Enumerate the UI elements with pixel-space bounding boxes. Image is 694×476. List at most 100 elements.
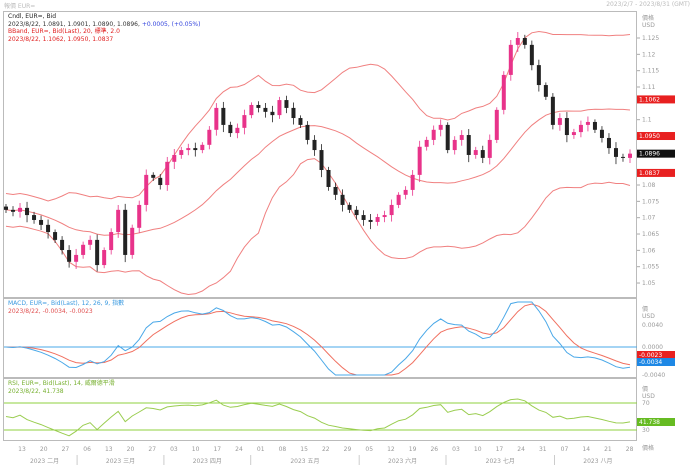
candle-body <box>452 139 457 151</box>
candle-body <box>354 209 359 216</box>
month-label: 2023 六月 <box>388 457 417 465</box>
date-tick-label: 27 <box>148 446 156 453</box>
date-tick-label: 26 <box>430 446 438 453</box>
candle-body <box>158 177 163 186</box>
candle-body <box>305 124 310 140</box>
candle-body <box>74 254 79 262</box>
candle-body <box>214 107 219 130</box>
date-tick-label: 10 <box>192 446 200 453</box>
price-tick-label: 1.07 <box>642 215 656 222</box>
date-tick-label: 08 <box>279 446 287 453</box>
candle-body <box>151 174 156 178</box>
candle-body <box>242 115 247 128</box>
date-tick-label: 20 <box>40 446 48 453</box>
candle-body <box>431 129 436 140</box>
macd-tick-label: -0.0040 <box>642 372 665 379</box>
candle-body <box>487 139 492 158</box>
candle-body <box>410 174 415 190</box>
upper-band-tag: 1.1062 <box>639 96 660 103</box>
candle-body <box>228 124 233 134</box>
price-tick-label: 1.115 <box>642 68 659 75</box>
candle-body <box>557 118 562 125</box>
candle-body <box>403 189 408 195</box>
candle-body <box>396 194 401 205</box>
date-tick-label: 03 <box>452 446 460 453</box>
candle-body <box>46 224 51 233</box>
price-tick-label: 1.125 <box>642 35 659 42</box>
price-tick-label: 1.12 <box>642 51 656 58</box>
axis-corner-label: 價格 <box>642 444 654 452</box>
date-tick-label: 01 <box>257 446 265 453</box>
date-tick-label: 15 <box>300 446 308 453</box>
month-label: 2023 八月 <box>583 458 612 465</box>
candle-body <box>277 100 282 116</box>
axis-header-price: 價格 <box>642 14 654 22</box>
candle-body <box>501 74 506 110</box>
rsi-value-tag: 41.738 <box>639 419 660 426</box>
month-label: 2023 二月 <box>30 458 59 465</box>
candle-body <box>382 215 387 218</box>
date-tick-label: 10 <box>474 446 482 453</box>
rsi-axis-currency: USD <box>642 393 655 400</box>
date-tick-label: 24 <box>235 446 243 453</box>
candle-body <box>459 135 464 140</box>
rsi-title: RSI, EUR=, Bid(Last), 14, 威爾德平滑 <box>8 380 115 387</box>
macd-axis-currency: USD <box>642 313 655 320</box>
candle-body <box>550 96 555 125</box>
candle-body <box>256 104 261 108</box>
candle-body <box>347 204 352 210</box>
candle-body <box>599 129 604 138</box>
candle-body <box>298 118 303 125</box>
date-tick-label: 13 <box>105 446 113 453</box>
date-tick-label: 13 <box>18 446 26 453</box>
candle-body <box>116 209 121 233</box>
candle-body <box>270 111 275 116</box>
candle-body <box>340 194 345 205</box>
bband-upper-line <box>5 30 631 202</box>
candle-body <box>361 215 366 220</box>
candle-body <box>613 148 618 157</box>
candle-body <box>179 150 184 155</box>
macd-tick-label: 0.0040 <box>642 322 663 329</box>
date-tick-label: 31 <box>539 446 547 453</box>
candle-body <box>81 244 86 255</box>
candle-body <box>536 65 541 86</box>
candle-body <box>571 132 576 136</box>
candle-body <box>515 38 520 45</box>
date-tick-label: 27 <box>62 446 70 453</box>
date-tick-label: 20 <box>127 446 135 453</box>
lower-band-tag: 1.0837 <box>639 170 660 177</box>
candle-body <box>480 150 485 158</box>
candle-body <box>235 127 240 134</box>
date-tick-label: 06 <box>83 446 91 453</box>
macd-signal-tag: -0.0023 <box>639 352 662 359</box>
macd-title: MACD, EUR=, Bid(Last), 12, 26, 9, 指數 <box>8 300 125 307</box>
date-tick-label: 19 <box>409 446 417 453</box>
bband-lower-line <box>5 158 631 296</box>
macd-value-tag: -0.0034 <box>639 359 662 366</box>
month-label: 2023 三月 <box>106 458 135 465</box>
price-tick-label: 1.08 <box>642 182 656 189</box>
candle-body <box>529 44 534 66</box>
candle-body <box>319 150 324 170</box>
bband-legend: BBand, EUR=, Bid(Last), 20, 標準, 2.0 <box>8 28 120 35</box>
candle-body <box>165 161 170 186</box>
candle-body <box>67 250 72 262</box>
candle-body <box>144 174 149 205</box>
candle-body <box>25 207 30 216</box>
candle-body <box>333 186 338 195</box>
candle-body <box>628 153 632 158</box>
price-tick-label: 1.1 <box>642 117 652 124</box>
candle-body <box>200 144 205 151</box>
candle-body <box>424 139 429 147</box>
axis-header-currency: USD <box>642 22 655 29</box>
candle-body <box>291 107 296 119</box>
candle-body <box>109 232 114 251</box>
candle-body <box>606 137 611 149</box>
candle-body <box>543 85 548 97</box>
price-tick-label: 1.075 <box>642 198 659 205</box>
chart-canvas[interactable]: 價格USD1.1251.121.1151.111.11.081.0751.071… <box>0 0 694 476</box>
candle-body <box>445 124 450 151</box>
candle-body <box>123 209 128 255</box>
month-label: 2023 四月 <box>193 458 222 465</box>
